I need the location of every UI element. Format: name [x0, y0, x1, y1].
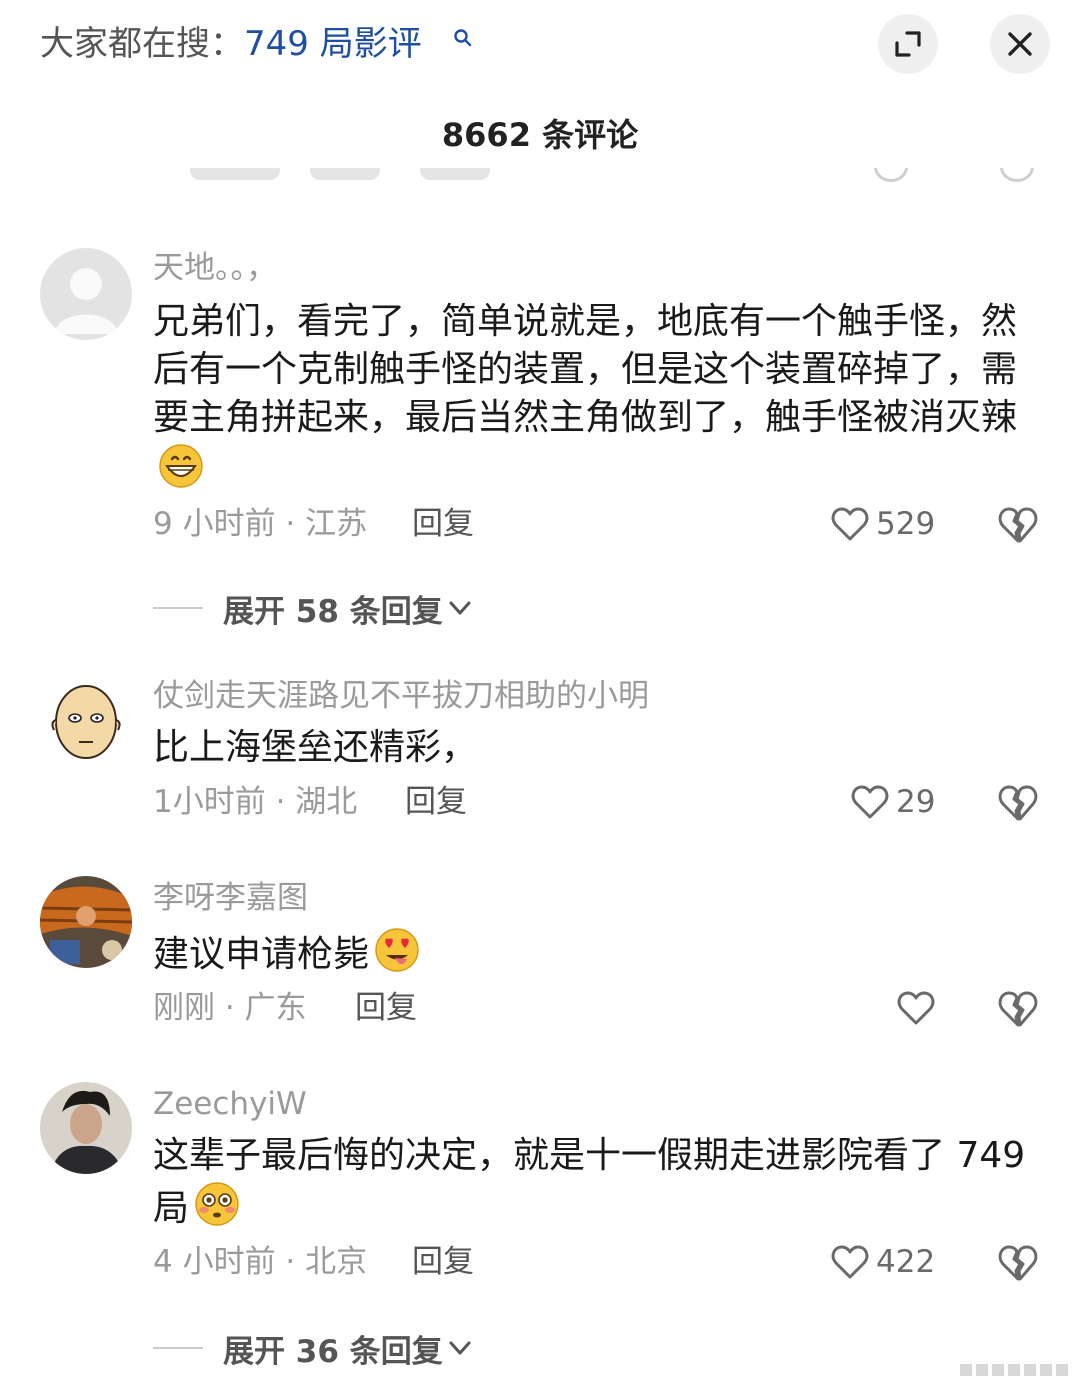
comment-meta: 9 小时前 · 江苏 [153, 506, 368, 542]
expand-replies-button[interactable]: 展开 36 条回复 [153, 1328, 475, 1370]
like-button[interactable]: 529 [830, 502, 935, 546]
watermark [960, 1364, 1068, 1376]
photo-avatar [40, 1082, 132, 1174]
comment-text: 建议申请枪毙 [153, 926, 1043, 979]
expand-replies-label: 展开 58 条回复 [223, 593, 443, 630]
search-suggestion-query[interactable]: 749 局影评 [244, 24, 422, 64]
like-button[interactable]: 422 [830, 1240, 935, 1284]
broken-heart-icon[interactable] [996, 780, 1040, 824]
reply-button[interactable]: 回复 [405, 782, 467, 822]
heart-icon [897, 991, 935, 1025]
avatar[interactable] [40, 1082, 132, 1174]
heart-icon [851, 785, 889, 819]
like-count: 422 [876, 1244, 936, 1280]
heart-eyes-tongue-emoji [375, 928, 419, 972]
top-bar: 大家都在搜：749 局影评 [0, 0, 1080, 90]
comment-meta: 4 小时前 · 北京 [153, 1244, 368, 1280]
search-suggestion-prefix: 大家都在搜： [40, 24, 244, 64]
chevron-down-icon [449, 1341, 471, 1355]
comment-text: 比上海堡垒还精彩， [153, 724, 1043, 772]
cartoon-bald-face-avatar [40, 674, 132, 766]
like-button[interactable]: 29 [850, 780, 935, 824]
comment-username[interactable]: ZeechyiW [153, 1084, 307, 1124]
scrolled-previous-row [0, 168, 1080, 190]
expand-icon [895, 31, 921, 57]
flushed-face-emoji [195, 1182, 239, 1226]
avatar[interactable] [40, 876, 132, 968]
photo-avatar [40, 876, 132, 968]
close-button[interactable] [990, 14, 1050, 74]
heart-icon [831, 507, 869, 541]
comment-text: 这辈子最后悔的决定，就是十一假期走进影院看了 749 局 [153, 1132, 1043, 1233]
heart-icon [831, 1245, 869, 1279]
search-suggestion[interactable]: 大家都在搜：749 局影评 [40, 20, 422, 68]
default-avatar-icon [40, 248, 132, 340]
search-icon[interactable] [453, 28, 473, 48]
comment-text-body: 比上海堡垒还精彩， [153, 727, 478, 768]
expand-divider [153, 607, 203, 609]
broken-heart-icon[interactable] [996, 502, 1040, 546]
expand-divider [153, 1347, 203, 1349]
expand-replies-button[interactable]: 展开 58 条回复 [153, 588, 475, 630]
close-icon [1008, 32, 1032, 56]
comment-count-title: 8662 条评论 [441, 116, 639, 154]
comment-meta: 1小时前 · 湖北 [153, 784, 358, 820]
comment-text-body: 兄弟们，看完了，简单说就是，地底有一个触手怪，然后有一个克制触手怪的装置，但是这… [153, 301, 1018, 438]
like-count: 529 [876, 506, 936, 542]
comment-username[interactable]: 李呀李嘉图 [153, 878, 308, 918]
like-button[interactable] [896, 986, 942, 1030]
comment-text-body: 这辈子最后悔的决定，就是十一假期走进影院看了 749 局 [153, 1135, 1026, 1229]
avatar[interactable] [40, 248, 132, 340]
comment-text-body: 建议申请枪毙 [153, 934, 370, 975]
expand-replies-label: 展开 36 条回复 [223, 1333, 443, 1370]
like-count: 29 [896, 784, 936, 820]
comment-username[interactable]: 仗剑走天涯路见不平拔刀相助的小明 [153, 676, 649, 716]
expand-button[interactable] [878, 14, 938, 74]
grinning-face-emoji [159, 444, 203, 488]
avatar[interactable] [40, 674, 132, 766]
reply-button[interactable]: 回复 [412, 504, 474, 544]
broken-heart-icon[interactable] [996, 1240, 1040, 1284]
broken-heart-icon[interactable] [996, 986, 1040, 1030]
reply-button[interactable]: 回复 [355, 988, 417, 1028]
chevron-down-icon [449, 601, 471, 615]
comment-text: 兄弟们，看完了，简单说就是，地底有一个触手怪，然后有一个克制触手怪的装置，但是这… [153, 298, 1043, 495]
reply-button[interactable]: 回复 [412, 1242, 474, 1282]
comment-username[interactable]: 天地。。， [153, 248, 277, 288]
comment-meta: 刚刚 · 广东 [153, 990, 307, 1026]
